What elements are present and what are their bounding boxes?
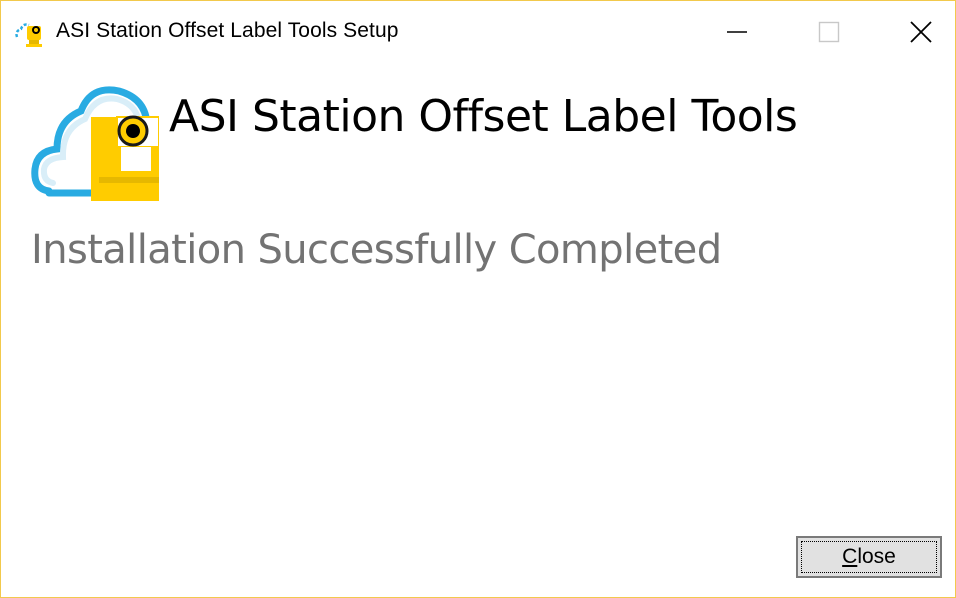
- close-window-button[interactable]: [875, 1, 956, 63]
- close-icon: [910, 21, 932, 43]
- minimize-icon: [727, 31, 747, 33]
- minimize-button[interactable]: [691, 1, 783, 63]
- setup-window: ASI Station Offset Label Tools Setup ASI…: [0, 0, 956, 598]
- maximize-icon: [818, 21, 840, 43]
- window-title: ASI Station Offset Label Tools Setup: [56, 19, 399, 42]
- close-label-rest: lose: [857, 545, 896, 568]
- installation-status: Installation Successfully Completed: [31, 227, 722, 273]
- focus-ring: Close: [801, 541, 937, 573]
- close-access-key: C: [842, 545, 858, 568]
- product-logo-icon: [31, 86, 159, 201]
- close-button[interactable]: Close: [796, 536, 942, 578]
- title-bar[interactable]: ASI Station Offset Label Tools Setup: [1, 1, 955, 63]
- maximize-button[interactable]: [783, 1, 875, 63]
- app-icon: [15, 23, 42, 47]
- product-title: ASI Station Offset Label Tools: [169, 91, 798, 142]
